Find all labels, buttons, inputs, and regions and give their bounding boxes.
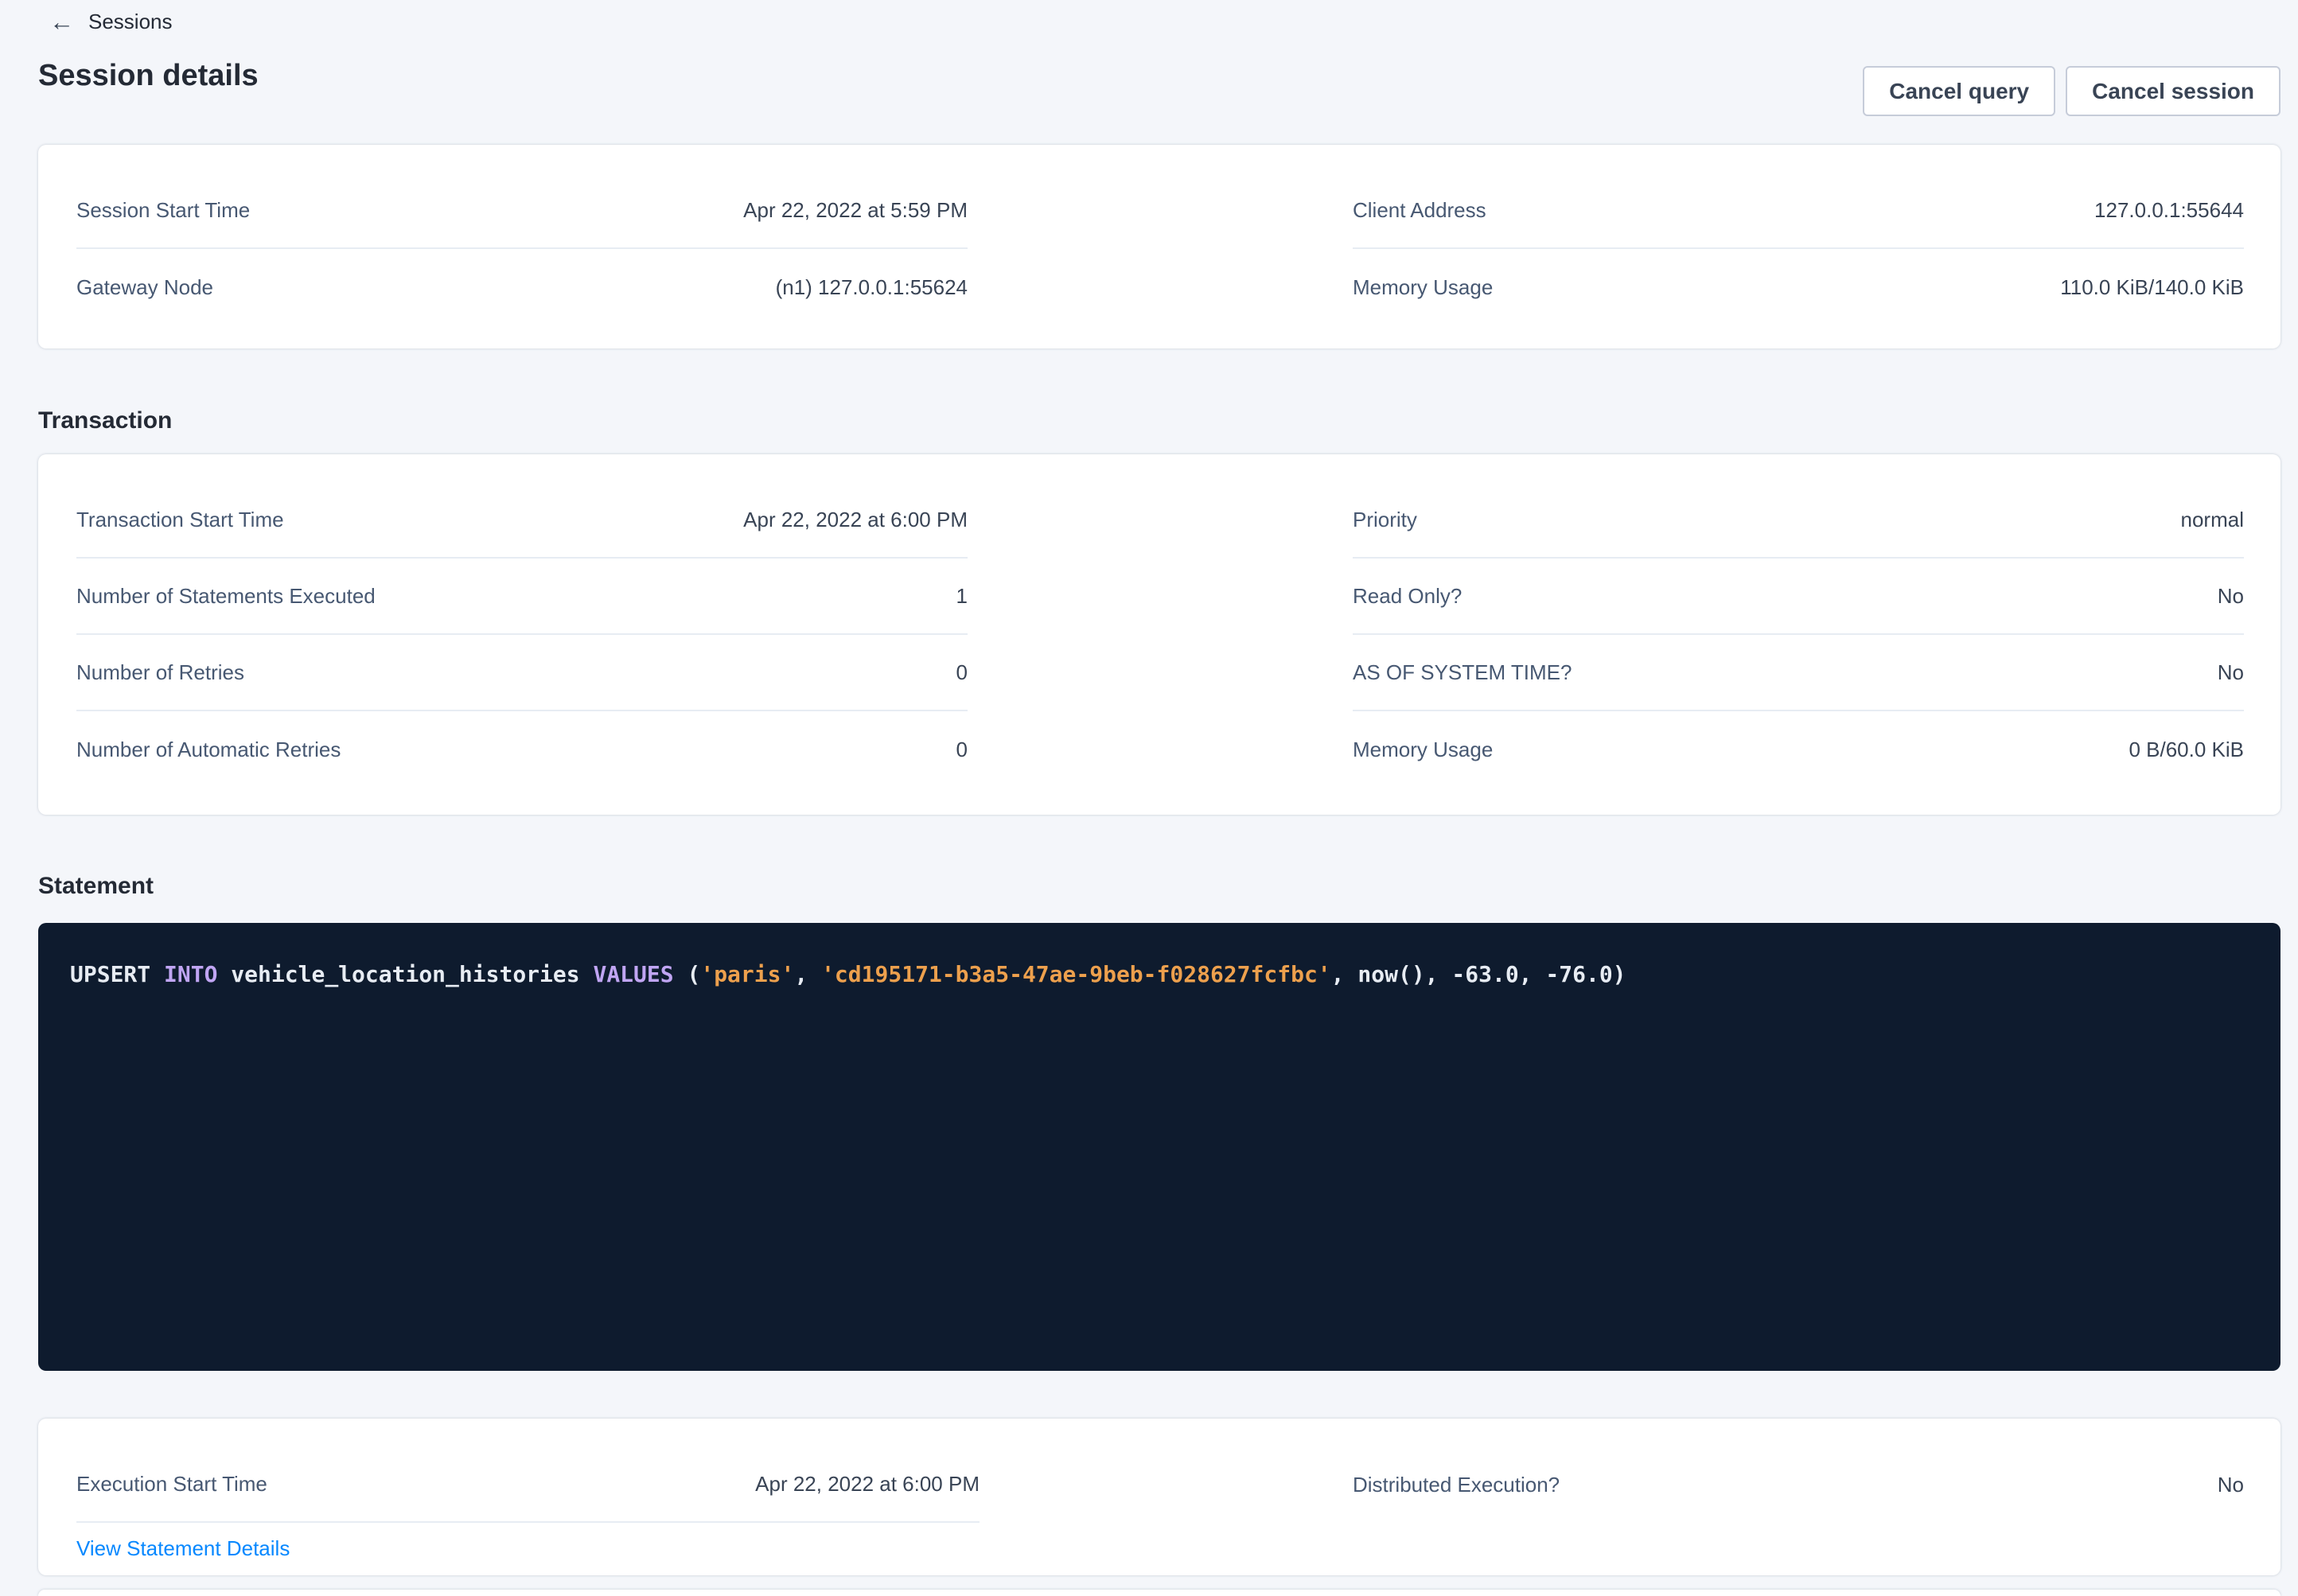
page-actions: Cancel query Cancel session [1863,66,2280,116]
transaction-start-time-label: Transaction Start Time [76,508,284,532]
priority-value: normal [2181,508,2244,532]
back-arrow-icon: ← [49,10,74,34]
as-of-system-time-row: AS OF SYSTEM TIME? No [1353,635,2244,711]
execution-start-time-row: Execution Start Time Apr 22, 2022 at 6:0… [76,1446,980,1523]
gateway-node-label: Gateway Node [76,275,213,300]
session-card-right-column: Client Address 127.0.0.1:55644 Memory Us… [1353,173,2244,325]
next-card-top-edge [38,1590,2280,1596]
session-memory-usage-row: Memory Usage 110.0 KiB/140.0 KiB [1353,249,2244,325]
cancel-session-button[interactable]: Cancel session [2066,66,2280,116]
transaction-section-heading: Transaction [38,407,172,434]
client-address-label: Client Address [1353,198,1486,223]
priority-label: Priority [1353,508,1417,532]
statements-executed-row: Number of Statements Executed 1 [76,559,968,635]
retries-value: 0 [956,660,968,685]
sql-statement-box: UPSERT INTO vehicle_location_histories V… [38,923,2280,1371]
execution-card-left-column: Execution Start Time Apr 22, 2022 at 6:0… [76,1446,980,1569]
session-start-time-value: Apr 22, 2022 at 5:59 PM [743,198,968,223]
back-to-sessions-link[interactable]: ← Sessions [49,10,173,34]
execution-start-time-value: Apr 22, 2022 at 6:00 PM [755,1472,980,1497]
session-memory-usage-value: 110.0 KiB/140.0 KiB [2060,275,2244,300]
cancel-query-button[interactable]: Cancel query [1863,66,2055,116]
session-memory-usage-label: Memory Usage [1353,275,1493,300]
session-details-page: ← Sessions Session details Cancel query … [0,0,2298,1596]
sql-statement: UPSERT INTO vehicle_location_histories V… [70,961,1626,987]
distributed-execution-row: Distributed Execution? No [1353,1446,2244,1523]
breadcrumb-label: Sessions [88,10,173,34]
transaction-memory-usage-label: Memory Usage [1353,738,1493,762]
read-only-row: Read Only? No [1353,559,2244,635]
session-start-time-row: Session Start Time Apr 22, 2022 at 5:59 … [76,173,968,249]
view-statement-details-link[interactable]: View Statement Details [76,1536,290,1561]
statement-section-heading: Statement [38,873,154,900]
distributed-execution-value: No [2218,1473,2244,1497]
retries-label: Number of Retries [76,660,244,685]
as-of-system-time-label: AS OF SYSTEM TIME? [1353,660,1572,685]
transaction-memory-usage-row: Memory Usage 0 B/60.0 KiB [1353,711,2244,788]
priority-row: Priority normal [1353,482,2244,559]
execution-card-right-column: Distributed Execution? No [1353,1446,2244,1523]
statements-executed-value: 1 [956,584,968,609]
transaction-start-time-row: Transaction Start Time Apr 22, 2022 at 6… [76,482,968,559]
read-only-value: No [2218,584,2244,609]
session-summary-card: Session Start Time Apr 22, 2022 at 5:59 … [38,145,2280,348]
execution-start-time-label: Execution Start Time [76,1472,267,1497]
execution-summary-card: Execution Start Time Apr 22, 2022 at 6:0… [38,1419,2280,1575]
gateway-node-row: Gateway Node (n1) 127.0.0.1:55624 [76,249,968,325]
automatic-retries-label: Number of Automatic Retries [76,738,341,762]
as-of-system-time-value: No [2218,660,2244,685]
automatic-retries-row: Number of Automatic Retries 0 [76,711,968,788]
transaction-card-right-column: Priority normal Read Only? No AS OF SYST… [1353,482,2244,788]
client-address-row: Client Address 127.0.0.1:55644 [1353,173,2244,249]
session-card-left-column: Session Start Time Apr 22, 2022 at 5:59 … [76,173,968,325]
statements-executed-label: Number of Statements Executed [76,584,376,609]
transaction-summary-card: Transaction Start Time Apr 22, 2022 at 6… [38,454,2280,815]
retries-row: Number of Retries 0 [76,635,968,711]
view-statement-details-row: View Statement Details [76,1523,980,1569]
transaction-card-left-column: Transaction Start Time Apr 22, 2022 at 6… [76,482,968,788]
read-only-label: Read Only? [1353,584,1462,609]
transaction-memory-usage-value: 0 B/60.0 KiB [2129,738,2244,762]
distributed-execution-label: Distributed Execution? [1353,1473,1560,1497]
client-address-value: 127.0.0.1:55644 [2094,198,2244,223]
session-start-time-label: Session Start Time [76,198,250,223]
transaction-start-time-value: Apr 22, 2022 at 6:00 PM [743,508,968,532]
gateway-node-link[interactable]: (n1) 127.0.0.1:55624 [776,275,968,300]
automatic-retries-value: 0 [956,738,968,762]
page-title: Session details [38,59,259,93]
